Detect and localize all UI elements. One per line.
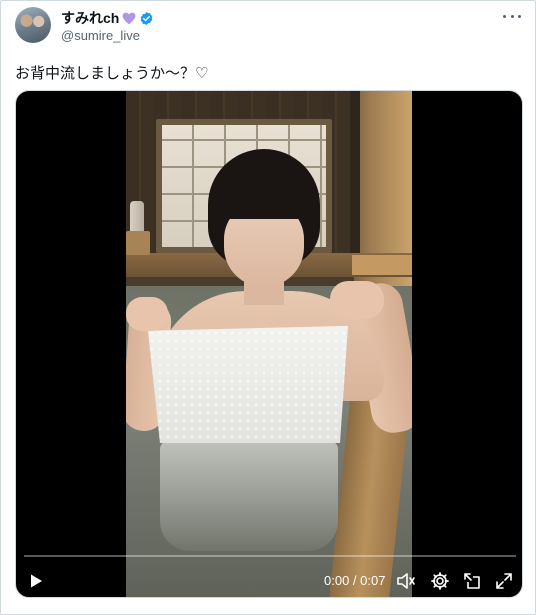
video-frame[interactable] [126,91,412,597]
progress-bar[interactable] [24,555,516,557]
settings-icon[interactable] [430,571,450,591]
time-display: 0:00 / 0:07 [324,573,386,588]
towel [148,325,348,443]
user-handle[interactable]: @sumire_live [61,28,140,43]
tweet-card: すみれch @sumire_live お背中流しましょうか～？♡ 0:00 / … [0,0,536,615]
volume-icon[interactable] [396,571,416,591]
fullscreen-icon[interactable] [494,571,514,591]
more-options-icon[interactable] [503,11,521,21]
pip-icon[interactable] [462,571,482,591]
avatar[interactable] [15,7,51,43]
video-player[interactable]: 0:00 / 0:07 [15,90,523,598]
purple-heart-icon [122,12,136,24]
display-name[interactable]: すみれch [61,8,119,28]
verified-badge-icon [140,11,153,25]
play-icon[interactable] [28,573,44,589]
video-controls: 0:00 / 0:07 [16,537,522,597]
tweet-text: お背中流しましょうか～？♡ [15,65,209,82]
author-name-row: すみれch [61,8,154,28]
